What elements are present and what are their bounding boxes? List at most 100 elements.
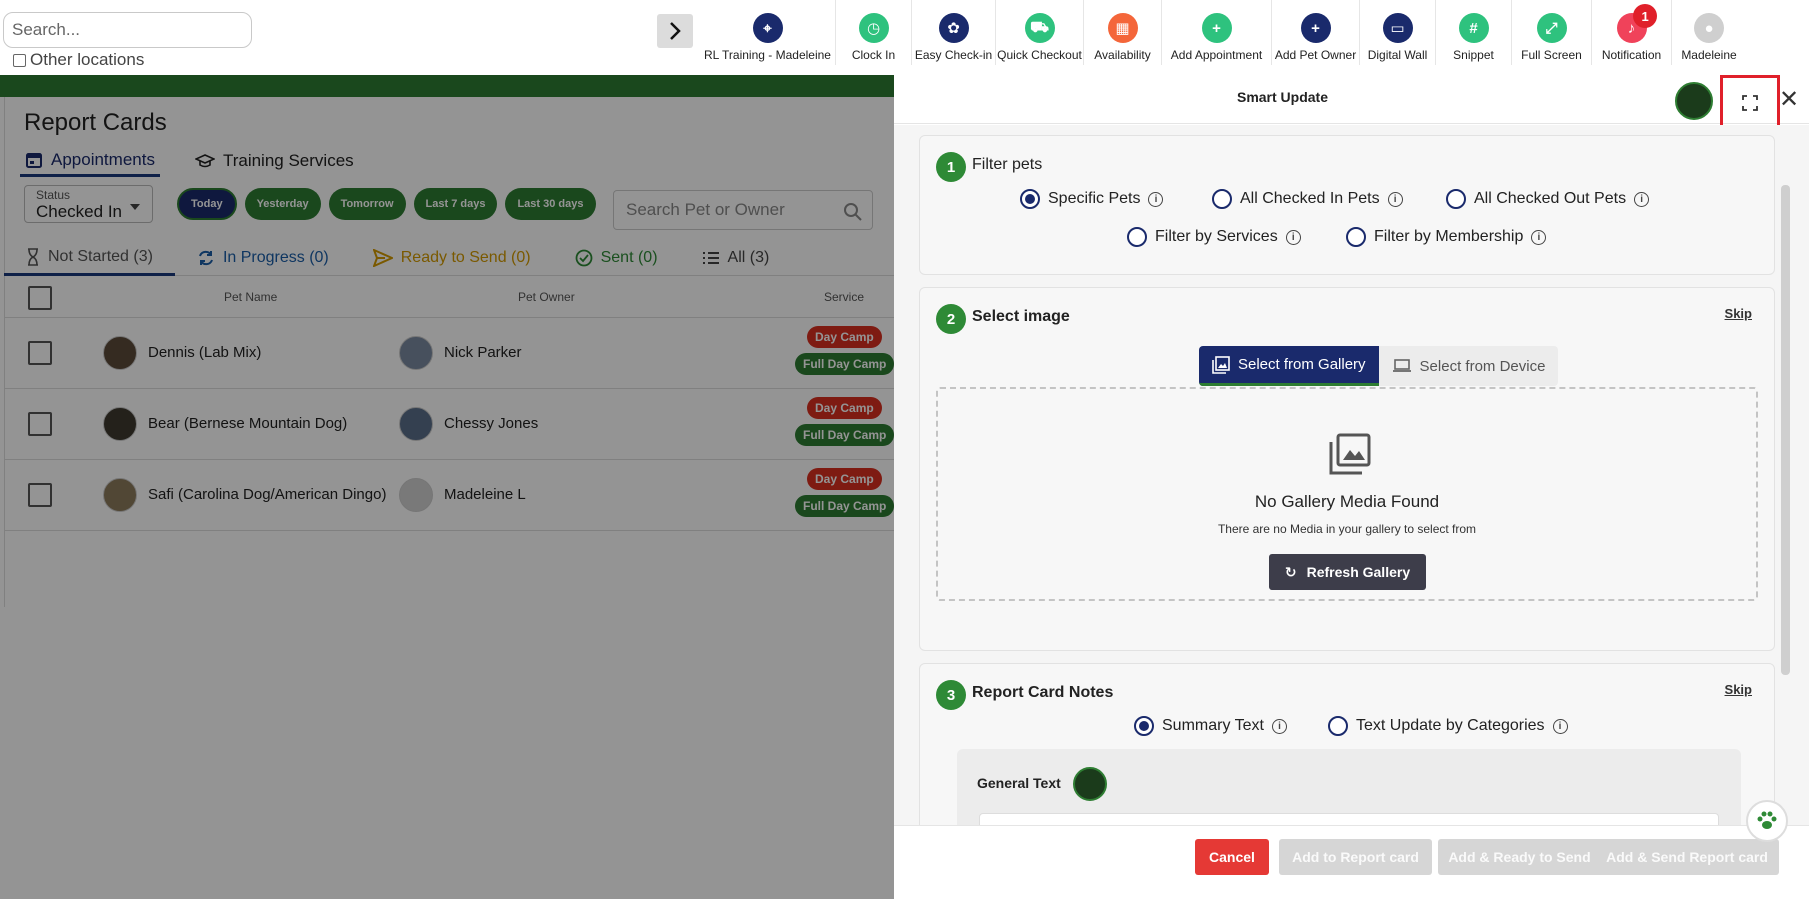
toolbar-label: RL Training - Madeleine bbox=[704, 48, 831, 62]
search-input[interactable] bbox=[3, 12, 252, 48]
gallery-dropzone[interactable]: No Gallery Media Found There are no Medi… bbox=[936, 387, 1758, 601]
checkbox-box[interactable] bbox=[13, 53, 26, 67]
general-text-input[interactable] bbox=[979, 813, 1719, 825]
section-title: Select image bbox=[972, 308, 1070, 325]
empty-subtitle: There are no Media in your gallery to se… bbox=[1217, 522, 1477, 536]
toolbar-rl-training-madeleine-button[interactable]: ⌖ RL Training - Madeleine bbox=[700, 0, 835, 65]
toolbar-clock-in-button[interactable]: ◷ Clock In bbox=[835, 0, 911, 65]
cart-icon: ⛟ bbox=[1024, 13, 1055, 43]
radio-dot[interactable] bbox=[1328, 716, 1348, 736]
close-icon[interactable]: ✕ bbox=[1779, 85, 1799, 114]
radio-dot[interactable] bbox=[1134, 716, 1154, 736]
toolbar-label: Add Appointment bbox=[1170, 48, 1263, 62]
info-icon[interactable]: i bbox=[1387, 191, 1403, 207]
refresh-gallery-button[interactable]: ↻ Refresh Gallery bbox=[1269, 554, 1426, 590]
add-to-report-card-button[interactable]: Add to Report card bbox=[1279, 839, 1432, 875]
empty-title: No Gallery Media Found bbox=[1254, 492, 1440, 511]
other-locations-checkbox[interactable]: Other locations bbox=[13, 50, 144, 70]
refresh-icon: ↻ bbox=[1284, 563, 1297, 580]
select-from-gallery-button[interactable]: Select from Gallery bbox=[1199, 346, 1379, 386]
toolbar-availability-button[interactable]: ▦ Availability bbox=[1083, 0, 1161, 65]
button-label: Select from Gallery bbox=[1238, 356, 1366, 373]
toolbar-notification-button[interactable]: ♪ Notification 1 bbox=[1591, 0, 1671, 65]
toolbar-full-screen-button[interactable]: ⤢ Full Screen bbox=[1511, 0, 1591, 65]
radio-dot[interactable] bbox=[1127, 227, 1147, 247]
radio-all-checked-in-pets[interactable]: All Checked In Pets i bbox=[1212, 189, 1403, 209]
modal-backdrop[interactable] bbox=[0, 75, 894, 899]
add-ready-to-send-button[interactable]: Add & Ready to Send bbox=[1438, 839, 1601, 875]
notification-count-badge: 1 bbox=[1633, 4, 1658, 28]
radio-dot[interactable] bbox=[1020, 189, 1040, 209]
paw-icon bbox=[1757, 811, 1777, 829]
step-number: 1 bbox=[936, 152, 966, 182]
section-title: Report Card Notes bbox=[972, 684, 1114, 701]
radio-summary-text[interactable]: Summary Text i bbox=[1134, 716, 1287, 736]
ai-logo-icon[interactable] bbox=[1675, 82, 1713, 120]
section-title: Filter pets bbox=[972, 156, 1043, 173]
radio-dot[interactable] bbox=[1212, 189, 1232, 209]
radio-filter-by-membership[interactable]: Filter by Membership i bbox=[1346, 227, 1547, 247]
panel-footer: Cancel Add to Report card Add & Ready to… bbox=[894, 825, 1809, 899]
info-icon[interactable]: i bbox=[1531, 229, 1547, 245]
select-from-device-button[interactable]: Select from Device bbox=[1378, 346, 1559, 386]
laptop-icon bbox=[1392, 359, 1411, 372]
info-icon[interactable]: i bbox=[1271, 718, 1287, 734]
expand-sidebar-button[interactable] bbox=[657, 14, 693, 48]
radio-label: Filter by Membership bbox=[1374, 228, 1524, 245]
toolbar-label: Full Screen bbox=[1521, 48, 1582, 62]
toolbar-add-appointment-button[interactable]: + Add Appointment bbox=[1161, 0, 1271, 65]
section-report-card-notes: 3 Report Card Notes Skip Summary Text i T… bbox=[919, 663, 1775, 825]
toolbar-quick-checkout-button[interactable]: ⛟ Quick Checkout bbox=[995, 0, 1083, 65]
toolbar-easy-check-in-button[interactable]: ✿ Easy Check-in bbox=[911, 0, 995, 65]
skip-link[interactable]: Skip bbox=[1725, 682, 1752, 697]
toolbar-snippet-button[interactable]: # Snippet bbox=[1435, 0, 1511, 65]
scrollbar[interactable] bbox=[1781, 185, 1790, 675]
ai-assist-icon[interactable] bbox=[1073, 767, 1107, 801]
toolbar-label: Availability bbox=[1094, 48, 1151, 62]
toolbar-label: Madeleine bbox=[1681, 48, 1737, 62]
radio-label: Specific Pets bbox=[1048, 190, 1141, 207]
toolbar-label: Clock In bbox=[851, 48, 896, 62]
expand-icon: ⤢ bbox=[1536, 13, 1567, 43]
radio-label: All Checked In Pets bbox=[1240, 190, 1380, 207]
chevron-right-icon bbox=[670, 22, 681, 40]
toolbar-madeleine-button[interactable]: ● Madeleine bbox=[1671, 0, 1746, 65]
fullscreen-icon bbox=[1742, 94, 1758, 111]
paw-help-button[interactable] bbox=[1746, 800, 1788, 842]
smart-update-panel: Smart Update ✕ 1 Filter pets Specific Pe… bbox=[894, 75, 1809, 899]
radio-dot[interactable] bbox=[1346, 227, 1366, 247]
radio-text-update-by-categories[interactable]: Text Update by Categories i bbox=[1328, 716, 1568, 736]
info-icon[interactable]: i bbox=[1634, 191, 1650, 207]
avatar-icon: ● bbox=[1694, 13, 1724, 43]
top-bar: Other locations ⌖ RL Training - Madeleine… bbox=[0, 0, 1809, 75]
radio-label: Summary Text bbox=[1162, 717, 1264, 734]
general-text-box: General Text bbox=[957, 749, 1741, 825]
step-number: 3 bbox=[936, 680, 966, 710]
info-icon[interactable]: i bbox=[1285, 229, 1301, 245]
radio-filter-by-services[interactable]: Filter by Services i bbox=[1127, 227, 1301, 247]
toolbar-add-pet-owner-button[interactable]: + Add Pet Owner bbox=[1271, 0, 1359, 65]
calendar-icon: ▦ bbox=[1107, 13, 1138, 43]
general-text-label: General Text bbox=[977, 775, 1061, 791]
add-calendar-icon: + bbox=[1201, 13, 1232, 43]
toolbar-label: Quick Checkout bbox=[997, 48, 1082, 62]
info-icon[interactable]: i bbox=[1148, 191, 1164, 207]
toolbar-label: Snippet bbox=[1453, 48, 1494, 62]
step-number: 2 bbox=[936, 304, 966, 334]
fullscreen-button[interactable] bbox=[1720, 75, 1780, 130]
radio-all-checked-out-pets[interactable]: All Checked Out Pets i bbox=[1446, 189, 1650, 209]
toolbar-label: Notification bbox=[1601, 48, 1662, 62]
skip-link[interactable]: Skip bbox=[1725, 306, 1752, 321]
radio-label: Text Update by Categories bbox=[1356, 717, 1545, 734]
radio-specific-pets[interactable]: Specific Pets i bbox=[1020, 189, 1164, 209]
other-locations-label: Other locations bbox=[30, 50, 145, 69]
toolbar-digital-wall-button[interactable]: ▭ Digital Wall bbox=[1359, 0, 1435, 65]
radio-dot[interactable] bbox=[1446, 189, 1466, 209]
cancel-button[interactable]: Cancel bbox=[1195, 839, 1269, 875]
add-send-report-card-button[interactable]: Add & Send Report card bbox=[1595, 839, 1779, 875]
panel-title: Smart Update bbox=[1236, 89, 1329, 105]
panel-body: 1 Filter pets Specific Pets i All Checked… bbox=[894, 125, 1809, 825]
button-label: Refresh Gallery bbox=[1306, 564, 1411, 580]
info-icon[interactable]: i bbox=[1552, 718, 1568, 734]
toolbar-label: Add Pet Owner bbox=[1274, 48, 1357, 62]
